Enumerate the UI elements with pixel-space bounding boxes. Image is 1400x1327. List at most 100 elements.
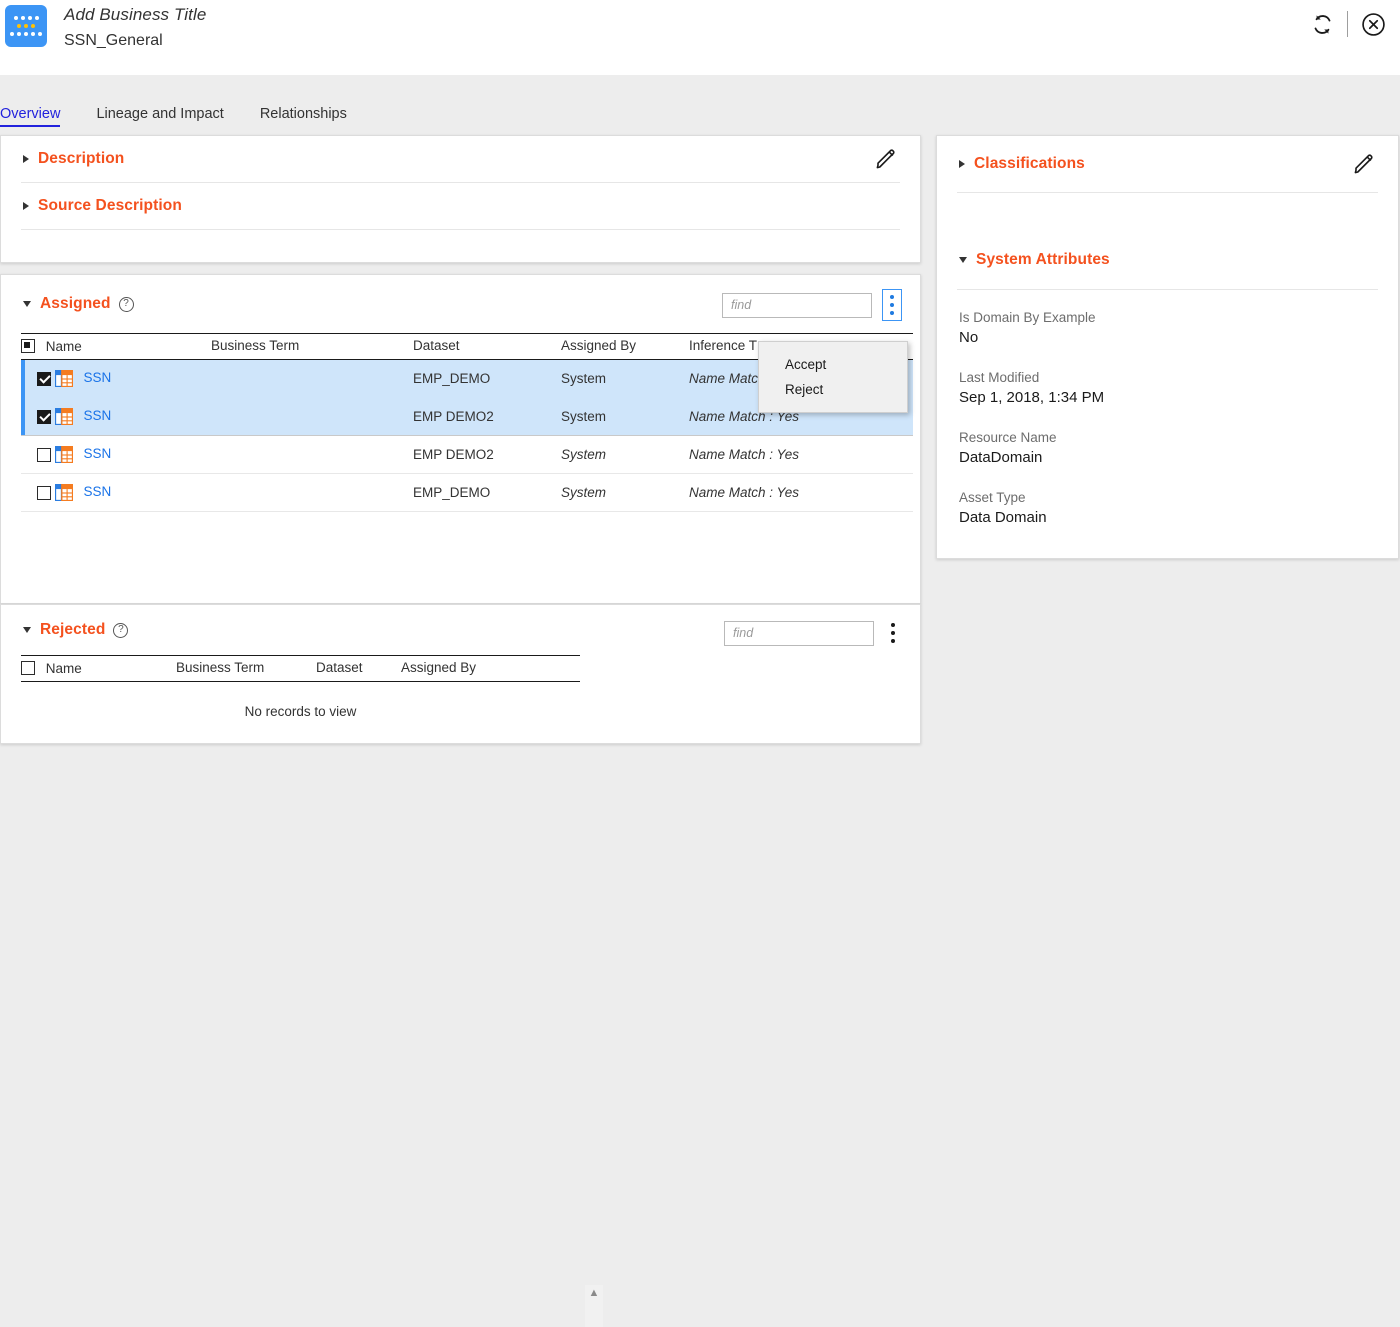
row-name-link[interactable]: SSN [84, 408, 112, 423]
select-all-checkbox[interactable] [21, 339, 35, 354]
assigned-panel: Assigned ? Name Busi [0, 274, 921, 604]
asset-header: Add Business Title SSN_General [64, 3, 206, 53]
attribute-value: No [959, 329, 979, 346]
chevron-right-icon[interactable] [23, 202, 29, 210]
pencil-icon[interactable] [874, 147, 898, 176]
chevron-down-icon[interactable] [23, 627, 31, 633]
assigned-toolbar [722, 289, 902, 321]
rejected-kebab-menu-icon[interactable] [884, 618, 902, 648]
row-business-term [211, 359, 413, 398]
rejected-select-all-checkbox[interactable] [21, 661, 35, 676]
row-dataset-link[interactable]: EMP_DEMO [413, 359, 561, 398]
description-label[interactable]: Description [38, 150, 124, 168]
rejected-section-header: Rejected ? [1, 605, 920, 655]
attribute-item: Is Domain By Example No [959, 308, 1376, 349]
assigned-find-input[interactable] [722, 292, 872, 318]
row-inference: Name Match : Yes [689, 473, 913, 513]
assigned-header-business-term[interactable]: Business Term [211, 334, 413, 359]
row-name-cell: SSN [21, 435, 211, 475]
row-name-link[interactable]: SSN [84, 371, 112, 386]
rejected-panel: Rejected ? Name Business Term [0, 604, 921, 1327]
source-description-section-header[interactable]: Source Description [1, 183, 920, 229]
row-dataset-link[interactable]: EMP DEMO2 [413, 397, 561, 436]
row-name-cell: SSN [21, 359, 211, 398]
row-checkbox[interactable] [37, 371, 51, 386]
attribute-label: Resource Name [959, 430, 1057, 445]
row-inference: Name Match : Yes [689, 435, 913, 475]
assigned-header-assigned-by[interactable]: Assigned By [561, 334, 689, 359]
tab-relationships[interactable]: Relationships [242, 106, 365, 132]
row-name-link[interactable]: SSN [84, 447, 112, 462]
row-assigned-by: System [561, 435, 689, 475]
system-attributes-label[interactable]: System Attributes [976, 251, 1110, 269]
source-description-divider [21, 229, 900, 230]
system-attributes-list: Is Domain By Example No Last Modified Se… [937, 290, 1398, 529]
description-panel: Description Source Description [0, 135, 921, 263]
assigned-section-header: Assigned ? [1, 275, 920, 333]
attribute-label: Is Domain By Example [959, 310, 1096, 325]
tab-bar: Overview Lineage and Impact Relationship… [0, 75, 1400, 132]
context-menu-item-reject[interactable]: Reject [759, 377, 907, 402]
rejected-find-input[interactable] [724, 620, 874, 646]
toolbar-divider [1347, 11, 1348, 37]
rejected-toolbar [724, 618, 902, 648]
rejected-table-header: Name Business Term Dataset Assigned By [21, 655, 580, 682]
row-business-term [211, 473, 413, 513]
logo-dot-row-2 [17, 24, 35, 28]
table-column-icon [54, 408, 73, 426]
row-business-term [211, 435, 413, 475]
row-dataset-link[interactable]: EMP_DEMO [413, 473, 561, 513]
source-description-label[interactable]: Source Description [38, 197, 182, 215]
assigned-kebab-menu-icon[interactable] [882, 289, 902, 321]
tab-lineage-and-impact[interactable]: Lineage and Impact [78, 106, 241, 132]
top-bar: Add Business Title SSN_General [0, 0, 1400, 75]
rejected-table-wrap: Name Business Term Dataset Assigned By N… [1, 655, 920, 719]
row-checkbox[interactable] [37, 447, 51, 462]
rejected-scrollbar[interactable]: ▲ [585, 1285, 603, 1327]
logo-dot-row-3 [10, 32, 42, 36]
rejected-label[interactable]: Rejected [40, 621, 105, 639]
details-sidebar: Classifications System Attributes Is Dom… [936, 135, 1399, 559]
row-checkbox[interactable] [37, 485, 51, 500]
classifications-section-header: Classifications [937, 136, 1398, 192]
app-logo-icon[interactable] [5, 5, 47, 47]
close-circle-icon[interactable] [1356, 7, 1390, 41]
assigned-label[interactable]: Assigned [40, 295, 111, 313]
attribute-value: Data Domain [959, 509, 1047, 526]
chevron-down-icon[interactable] [23, 301, 31, 307]
description-section-header[interactable]: Description [1, 136, 920, 182]
row-dataset-link[interactable]: EMP DEMO2 [413, 435, 561, 475]
help-circle-icon[interactable]: ? [118, 296, 134, 312]
chevron-right-icon[interactable] [959, 160, 965, 168]
context-menu-item-accept[interactable]: Accept [759, 352, 907, 377]
logo-dot-row-1 [13, 16, 39, 20]
assigned-header-dataset[interactable]: Dataset [413, 334, 561, 359]
business-title[interactable]: Add Business Title [64, 3, 206, 27]
rejected-empty-message: No records to view [244, 703, 357, 719]
classifications-label[interactable]: Classifications [974, 155, 1085, 173]
attribute-item: Last Modified Sep 1, 2018, 1:34 PM [959, 368, 1376, 409]
chevron-down-icon[interactable] [959, 257, 967, 263]
table-row[interactable]: SSN EMP DEMO2 System Name Match : Yes [21, 435, 913, 475]
system-attributes-section-header: System Attributes [937, 231, 1398, 289]
chevron-up-icon[interactable]: ▲ [589, 1288, 600, 1327]
pencil-icon[interactable] [1352, 152, 1376, 181]
table-column-icon [54, 370, 73, 388]
row-checkbox[interactable] [37, 409, 51, 424]
assigned-header-name: Name [21, 334, 211, 359]
rejected-header-assigned-by[interactable]: Assigned By [401, 656, 580, 681]
help-circle-icon[interactable]: ? [113, 622, 129, 638]
row-context-menu: Accept Reject [758, 341, 908, 413]
row-name-cell: SSN [21, 473, 211, 513]
refresh-icon[interactable] [1305, 7, 1339, 41]
chevron-right-icon[interactable] [23, 155, 29, 163]
row-assigned-by: System [561, 473, 689, 513]
row-name-link[interactable]: SSN [84, 485, 112, 500]
row-business-term [211, 397, 413, 436]
top-bar-actions [1305, 0, 1390, 48]
rejected-header-business-term[interactable]: Business Term [176, 656, 316, 681]
rejected-header-dataset[interactable]: Dataset [316, 656, 401, 681]
table-row[interactable]: SSN EMP_DEMO System Name Match : Yes [21, 473, 913, 513]
tab-overview[interactable]: Overview [0, 106, 78, 132]
table-column-icon [54, 484, 73, 502]
